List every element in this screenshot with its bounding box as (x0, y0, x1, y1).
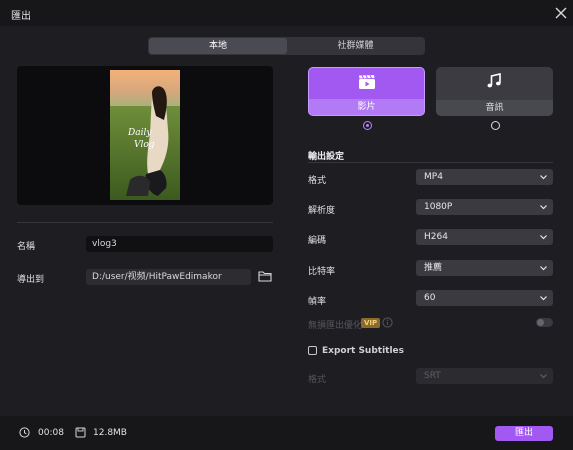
vip-badge: VIP (361, 318, 381, 328)
chevron-down-icon (540, 205, 547, 210)
chevron-down-icon (540, 374, 547, 379)
chevron-down-icon (540, 175, 547, 180)
bitrate-value: 推薦 (424, 263, 443, 273)
audio-card-label: 音訊 (436, 100, 553, 116)
lossless-toggle[interactable] (536, 318, 553, 327)
subtitle-format-select[interactable]: SRT (416, 368, 553, 384)
file-size-text: 12.8MB (93, 428, 127, 438)
overlay-text-daily: Daily (128, 128, 152, 138)
info-icon[interactable] (382, 317, 393, 328)
name-label: 名稱 (17, 242, 36, 252)
frame-rate-select[interactable]: 60 (416, 290, 553, 306)
frame-rate-label: 幀率 (308, 297, 327, 307)
codec-label: 編碼 (308, 236, 327, 246)
window-title: 匯出 (11, 11, 31, 22)
music-note-icon (486, 72, 502, 89)
export-path-field[interactable]: D:/user/视频/HitPawEdimakor (86, 269, 251, 285)
resolution-value: 1080P (424, 202, 453, 212)
overlay-text-vlog: Vlog (134, 140, 155, 150)
toggle-knob (537, 319, 544, 326)
output-settings-title: 輸出設定 (308, 152, 345, 162)
subtitle-format-label: 格式 (308, 375, 327, 385)
audio-radio[interactable] (491, 121, 500, 130)
resolution-select[interactable]: 1080P (416, 199, 553, 215)
format-value: MP4 (424, 172, 443, 182)
title-bar (0, 0, 573, 26)
bitrate-select[interactable]: 推薦 (416, 260, 553, 276)
export-subtitles-label: Export Subtitles (322, 346, 405, 356)
codec-select[interactable]: H264 (416, 229, 553, 245)
video-radio[interactable] (363, 121, 372, 130)
codec-value: H264 (424, 232, 448, 242)
duration-text: 00:08 (38, 428, 64, 438)
bitrate-label: 比特率 (308, 267, 336, 277)
export-subtitles-checkbox[interactable] (308, 346, 317, 355)
folder-icon[interactable] (258, 270, 272, 282)
tab-social-media[interactable]: 社群媒體 (287, 38, 424, 54)
file-size-icon (75, 427, 86, 438)
format-label: 格式 (308, 176, 327, 186)
video-card-label: 影片 (309, 99, 424, 115)
lossless-export-label: 無損匯出優化 (308, 321, 363, 331)
clock-icon (19, 427, 30, 438)
export-button[interactable]: 匯出 (495, 426, 553, 441)
chevron-down-icon (540, 296, 547, 301)
name-input[interactable]: vlog3 (86, 236, 273, 252)
subtitle-format-value: SRT (424, 371, 441, 381)
chevron-down-icon (540, 235, 547, 240)
close-icon[interactable] (554, 6, 568, 20)
divider (308, 162, 553, 163)
video-preview: Daily Vlog (17, 66, 273, 205)
format-select[interactable]: MP4 (416, 169, 553, 185)
chevron-down-icon (540, 266, 547, 271)
export-to-label: 導出到 (17, 275, 45, 285)
video-thumbnail: Daily Vlog (110, 70, 180, 200)
tab-local[interactable]: 本地 (149, 38, 287, 54)
video-clapper-icon (358, 74, 376, 90)
frame-rate-value: 60 (424, 293, 436, 303)
export-target-tabs: 本地 社群媒體 (148, 37, 425, 55)
audio-format-card[interactable]: 音訊 (436, 67, 553, 116)
divider (17, 222, 273, 223)
video-format-card[interactable]: 影片 (308, 67, 425, 116)
resolution-label: 解析度 (308, 206, 336, 216)
